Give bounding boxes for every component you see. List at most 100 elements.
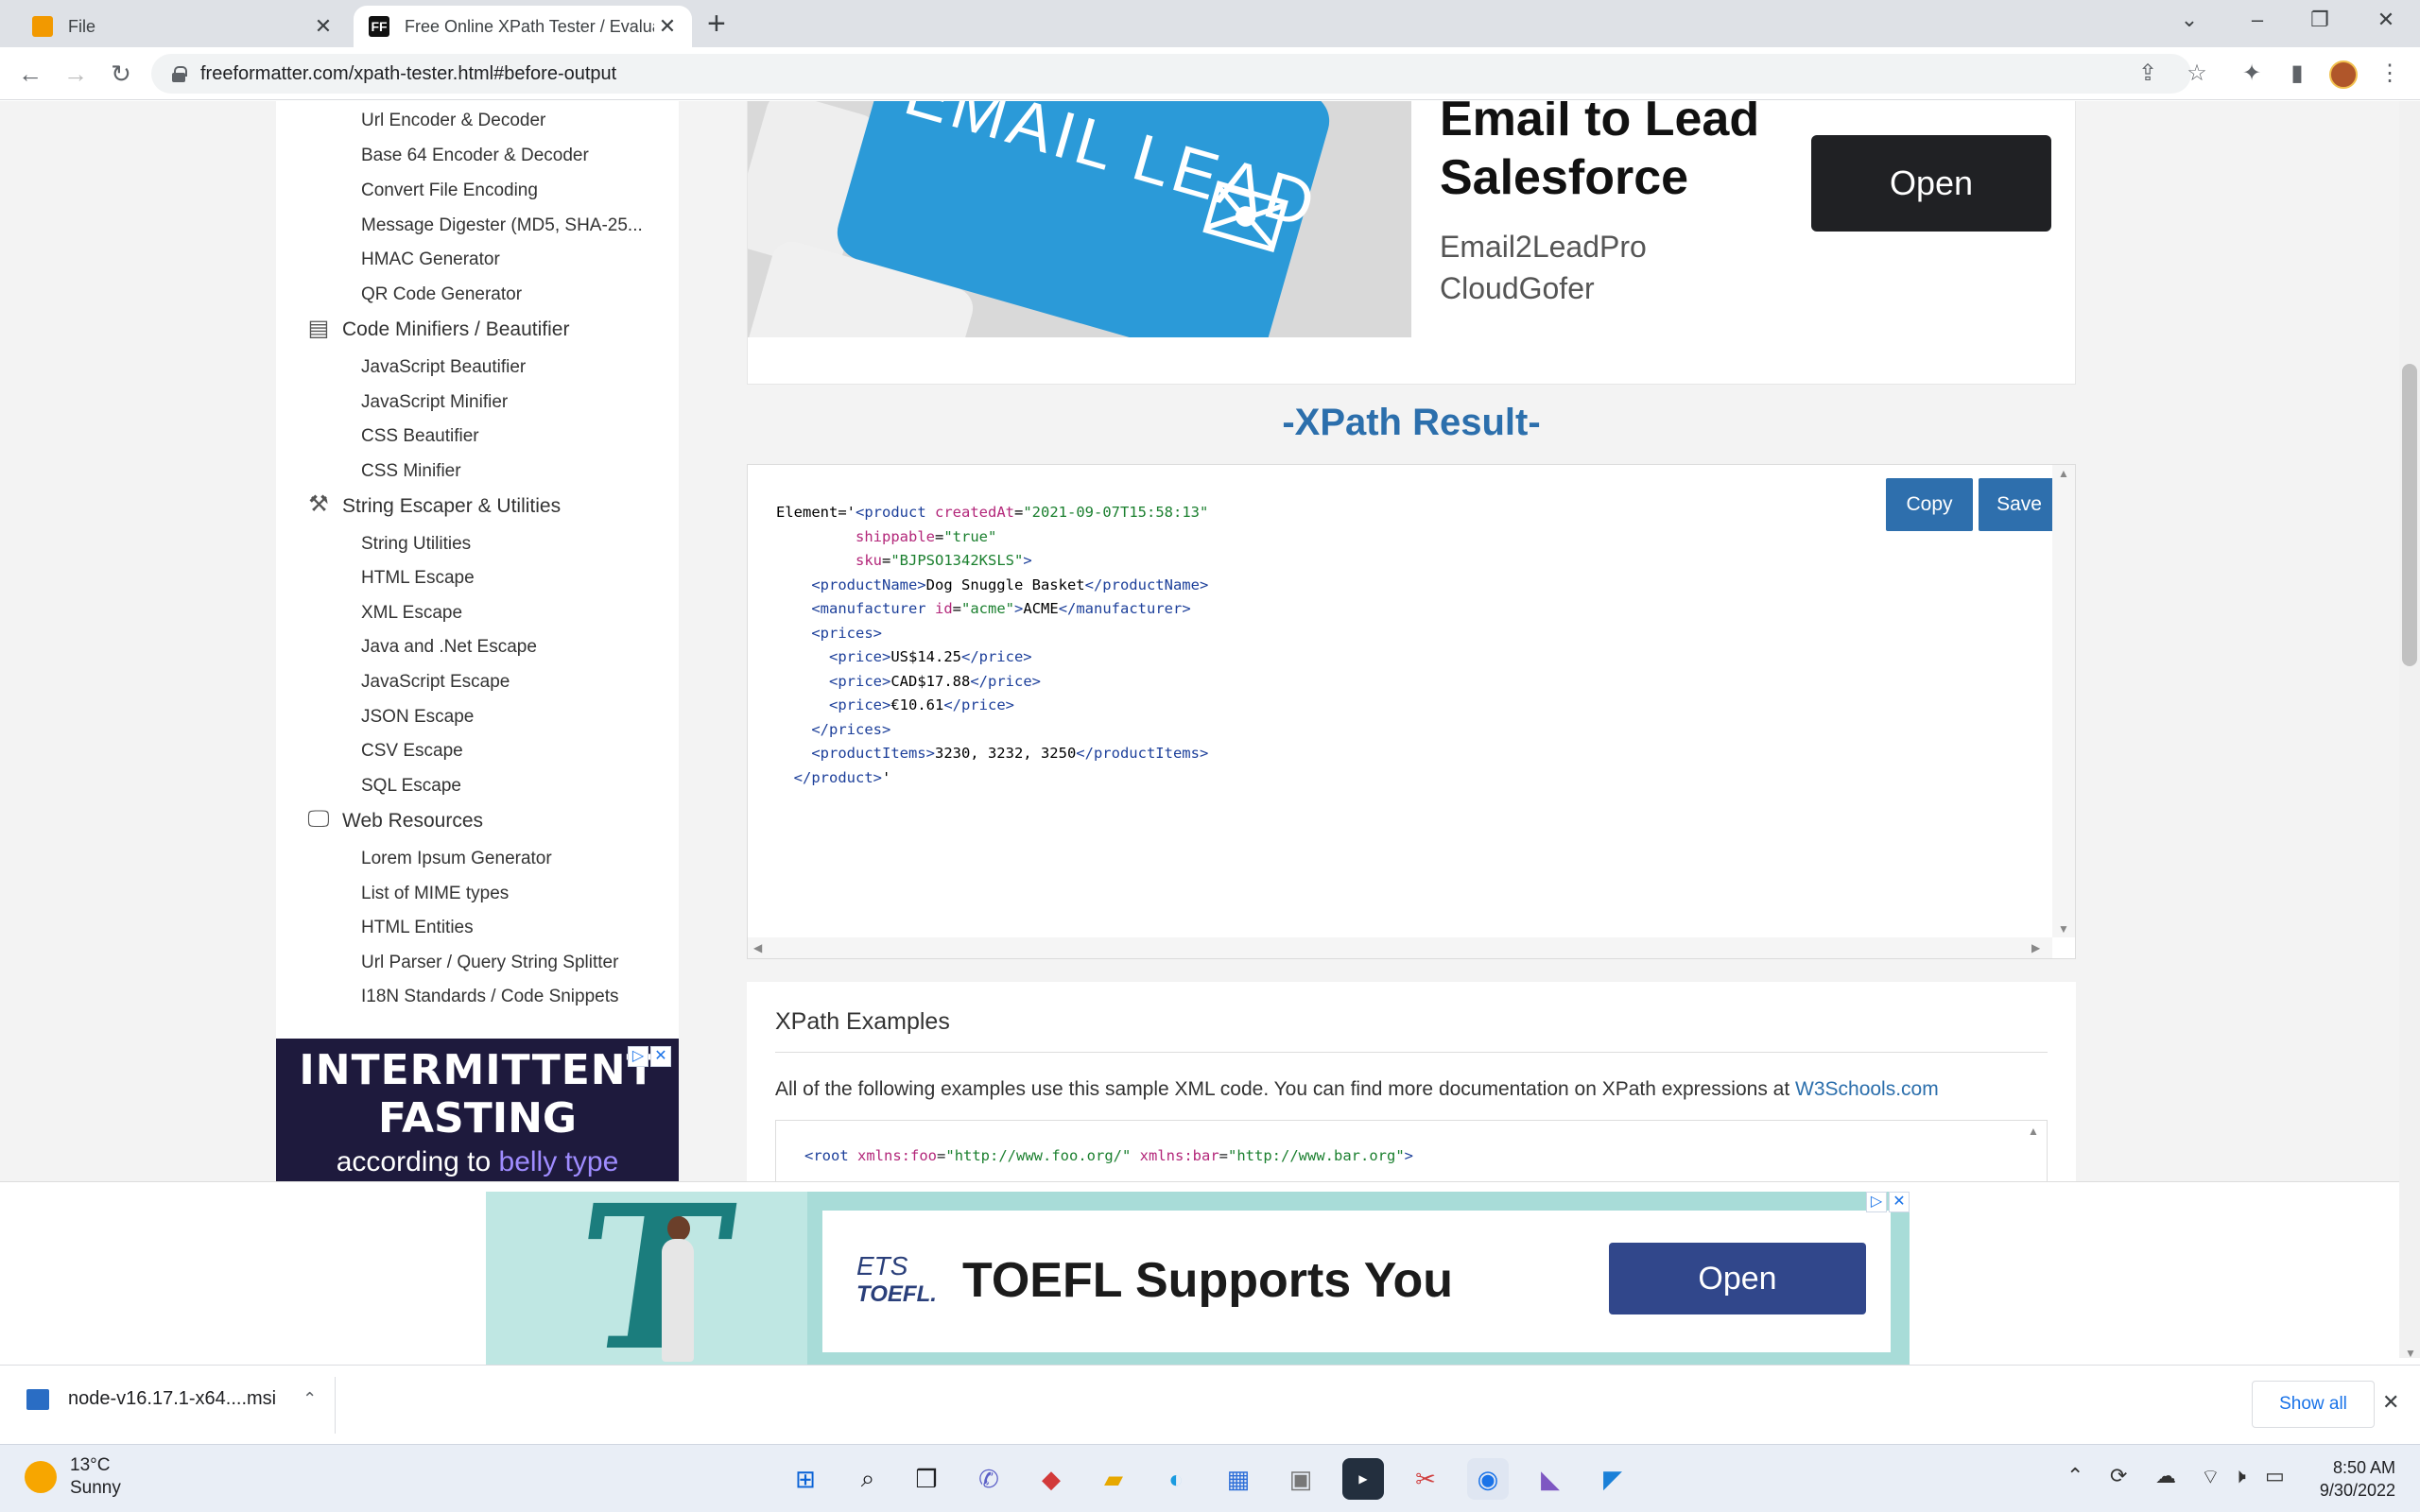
- app-icon[interactable]: ▣: [1280, 1458, 1322, 1500]
- bookmark-star-icon[interactable]: ☆: [2180, 57, 2214, 91]
- toefl-ad-card: ETS TOEFL. TOEFL Supports You Open: [822, 1211, 1891, 1352]
- volume-muted-icon[interactable]: 🕨: [2233, 1464, 2246, 1488]
- back-icon[interactable]: ←: [13, 57, 47, 91]
- close-tab-icon[interactable]: ✕: [654, 14, 681, 39]
- download-bar: node-v16.17.1-x64....msi ⌃ Show all ✕: [0, 1365, 2420, 1444]
- prime-video-icon[interactable]: ▶: [1342, 1458, 1384, 1500]
- sidebar-item-html-entities[interactable]: HTML Entities: [361, 918, 474, 938]
- side-panel-icon[interactable]: ▮: [2280, 57, 2314, 91]
- save-button[interactable]: Save: [1979, 478, 2060, 531]
- share-icon[interactable]: ⇪: [2131, 57, 2165, 91]
- sample-xml-editor[interactable]: <root xmlns:foo="http://www.foo.org/" xm…: [775, 1120, 2048, 1181]
- chrome-icon[interactable]: ◉: [1467, 1458, 1509, 1500]
- sidebar-heading-escapers[interactable]: String Escaper & Utilities: [342, 495, 561, 518]
- w3schools-link[interactable]: W3Schools.com: [1795, 1078, 1939, 1100]
- page-scrollbar[interactable]: [2399, 101, 2420, 1358]
- examples-intro: All of the following examples use this s…: [775, 1078, 1939, 1101]
- sidebar-item-css-minifier[interactable]: CSS Minifier: [361, 461, 461, 482]
- download-item[interactable]: node-v16.17.1-x64....msi ⌃: [26, 1388, 317, 1410]
- close-tab-icon[interactable]: ✕: [310, 14, 337, 39]
- onedrive-icon[interactable]: ☁: [2155, 1464, 2176, 1488]
- sidebar-item-sql-escape[interactable]: SQL Escape: [361, 776, 461, 797]
- sidebar-item-csv-escape[interactable]: CSV Escape: [361, 741, 463, 762]
- reload-icon[interactable]: ↻: [104, 57, 138, 91]
- edge-icon[interactable]: ◐: [1155, 1458, 1197, 1500]
- sidebar-item-json-escape[interactable]: JSON Escape: [361, 707, 474, 728]
- task-view-icon[interactable]: ❒: [906, 1458, 947, 1500]
- restore-icon[interactable]: ❐: [2291, 8, 2348, 38]
- show-all-button[interactable]: Show all: [2252, 1381, 2375, 1428]
- copy-button[interactable]: Copy: [1886, 478, 1973, 531]
- scroll-up-icon[interactable]: ▲: [2028, 1125, 2039, 1138]
- sidebar-item-base64[interactable]: Base 64 Encoder & Decoder: [361, 146, 589, 166]
- toefl-ad[interactable]: T ETS TOEFL. TOEFL Supports You Open ▷ ✕: [486, 1192, 1910, 1366]
- scroll-right-icon[interactable]: ▶: [2031, 941, 2040, 954]
- close-download-bar-icon[interactable]: ✕: [2382, 1390, 2399, 1415]
- ad-close-icon[interactable]: ✕: [650, 1046, 671, 1067]
- sidebar-item-file-encoding[interactable]: Convert File Encoding: [361, 180, 538, 201]
- sidebar-heading-minifiers[interactable]: Code Minifiers / Beautifier: [342, 318, 569, 341]
- wifi-icon[interactable]: ⌔: [2201, 1464, 2221, 1490]
- app-icon[interactable]: ◆: [1030, 1458, 1072, 1500]
- chat-icon[interactable]: ✆: [968, 1458, 1010, 1500]
- scroll-down-icon[interactable]: ▼: [2405, 1347, 2416, 1360]
- tab-xpath-tester[interactable]: FF Free Online XPath Tester / Evalua ✕: [354, 6, 692, 47]
- close-window-icon[interactable]: ✕: [2358, 8, 2414, 38]
- sidebar-item-url-parser[interactable]: Url Parser / Query String Splitter: [361, 953, 618, 973]
- temperature: 13°C: [70, 1455, 111, 1475]
- sidebar-item-url-encoder[interactable]: Url Encoder & Decoder: [361, 111, 545, 131]
- sidebar-heading-web-resources[interactable]: Web Resources: [342, 810, 483, 833]
- sync-icon[interactable]: ⟳: [2110, 1464, 2127, 1488]
- sidebar-item-java-net-escape[interactable]: Java and .Net Escape: [361, 637, 537, 658]
- address-bar[interactable]: freeformatter.com/xpath-tester.html#befo…: [151, 54, 2191, 94]
- result-horizontal-scrollbar[interactable]: ◀ ▶: [748, 937, 2052, 958]
- scroll-up-icon[interactable]: ▲: [2058, 467, 2069, 480]
- result-editor[interactable]: Element='<product createdAt="2021-09-07T…: [747, 464, 2076, 959]
- adchoices-icon[interactable]: ▷: [1866, 1192, 1887, 1212]
- sidebar-item-js-minifier[interactable]: JavaScript Minifier: [361, 392, 508, 413]
- tab-file[interactable]: File ✕: [4, 6, 348, 47]
- sidebar-item-css-beautifier[interactable]: CSS Beautifier: [361, 426, 479, 447]
- store-icon[interactable]: ▦: [1218, 1458, 1259, 1500]
- sidebar-item-qr-code[interactable]: QR Code Generator: [361, 284, 522, 305]
- chevron-up-icon[interactable]: ⌃: [302, 1389, 317, 1409]
- sidebar-item-html-escape[interactable]: HTML Escape: [361, 568, 475, 589]
- minimize-icon[interactable]: –: [2229, 8, 2286, 38]
- sidebar-item-lorem-ipsum[interactable]: Lorem Ipsum Generator: [361, 849, 552, 869]
- result-vertical-scrollbar[interactable]: ▲ ▼: [2052, 465, 2075, 937]
- adchoices-icon[interactable]: ▷: [628, 1046, 648, 1067]
- show-hidden-icons-chevron-icon[interactable]: ⌃: [2066, 1464, 2083, 1488]
- forward-icon[interactable]: →: [59, 57, 93, 91]
- new-tab-icon[interactable]: +: [707, 8, 726, 40]
- ad-close-icon[interactable]: ✕: [1889, 1192, 1910, 1212]
- scroll-left-icon[interactable]: ◀: [753, 941, 762, 954]
- sidebar-item-js-beautifier[interactable]: JavaScript Beautifier: [361, 357, 526, 378]
- sidebar-item-message-digester[interactable]: Message Digester (MD5, SHA-25...: [361, 215, 643, 236]
- sidebar-item-hmac[interactable]: HMAC Generator: [361, 249, 500, 270]
- clock[interactable]: 8:50 AM 9/30/2022: [2291, 1456, 2395, 1502]
- sidebar-ad[interactable]: INTERMITTENT FASTING according to belly …: [276, 1039, 679, 1181]
- sidebar-item-i18n[interactable]: I18N Standards / Code Snippets: [361, 987, 619, 1007]
- ad-open-button[interactable]: Open: [1811, 135, 2051, 232]
- tab-search-icon[interactable]: ⌄: [2161, 8, 2218, 38]
- battery-icon[interactable]: ▭: [2265, 1464, 2285, 1488]
- sidebar-item-mime-types[interactable]: List of MIME types: [361, 884, 509, 904]
- sidebar-item-string-utilities[interactable]: String Utilities: [361, 534, 471, 555]
- sidebar-item-js-escape[interactable]: JavaScript Escape: [361, 672, 510, 693]
- file-explorer-icon[interactable]: ▰: [1093, 1458, 1134, 1500]
- vscode-icon[interactable]: ◤: [1592, 1458, 1634, 1500]
- ad-subtitle-line: CloudGofer: [1440, 271, 1595, 305]
- toefl-open-button[interactable]: Open: [1609, 1243, 1866, 1314]
- search-icon[interactable]: ⌕: [847, 1458, 889, 1500]
- top-ad-banner[interactable]: EMAIL LEAD ✉ Email to Lead Salesforce Em…: [747, 101, 2076, 385]
- extensions-icon[interactable]: ✦: [2235, 57, 2269, 91]
- sidebar-item-xml-escape[interactable]: XML Escape: [361, 603, 462, 624]
- windows-start-icon[interactable]: ⊞: [785, 1458, 826, 1500]
- weather-widget[interactable]: 13°C Sunny: [25, 1454, 121, 1500]
- menu-icon[interactable]: ⋮: [2373, 57, 2407, 91]
- scroll-down-icon[interactable]: ▼: [2058, 922, 2069, 936]
- profile-avatar[interactable]: [2329, 60, 2358, 89]
- snipping-tool-icon[interactable]: ✂: [1405, 1458, 1446, 1500]
- page-scrollbar-thumb[interactable]: [2402, 364, 2417, 666]
- visual-studio-icon[interactable]: ◣: [1530, 1458, 1571, 1500]
